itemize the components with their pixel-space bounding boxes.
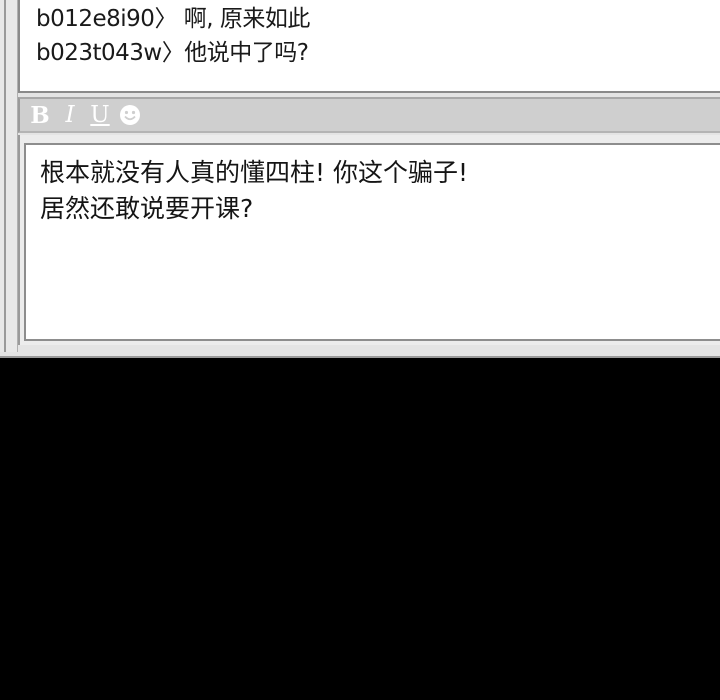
underline-button[interactable]: U xyxy=(86,101,114,129)
chat-window: b012e8i90〉 啊, 原来如此 b023t043w〉他说中了吗? B I … xyxy=(0,0,720,358)
bold-button[interactable]: B xyxy=(26,101,54,129)
format-toolbar: B I U xyxy=(18,97,720,133)
message-input-text: 根本就没有人真的懂四柱! 你这个骗子! 居然还敢说要开课? xyxy=(40,158,468,223)
compose-area: 根本就没有人真的懂四柱! 你这个骗子! 居然还敢说要开课? xyxy=(18,135,720,345)
chat-log[interactable]: b012e8i90〉 啊, 原来如此 b023t043w〉他说中了吗? xyxy=(18,0,720,93)
smiley-icon xyxy=(119,104,141,126)
chat-message: b012e8i90〉 啊, 原来如此 xyxy=(36,6,310,32)
window-frame xyxy=(0,0,18,352)
chat-message: b023t043w〉他说中了吗? xyxy=(36,40,309,66)
italic-button[interactable]: I xyxy=(56,101,84,129)
emoji-button[interactable] xyxy=(116,101,144,129)
message-input[interactable]: 根本就没有人真的懂四柱! 你这个骗子! 居然还敢说要开课? xyxy=(24,143,720,341)
